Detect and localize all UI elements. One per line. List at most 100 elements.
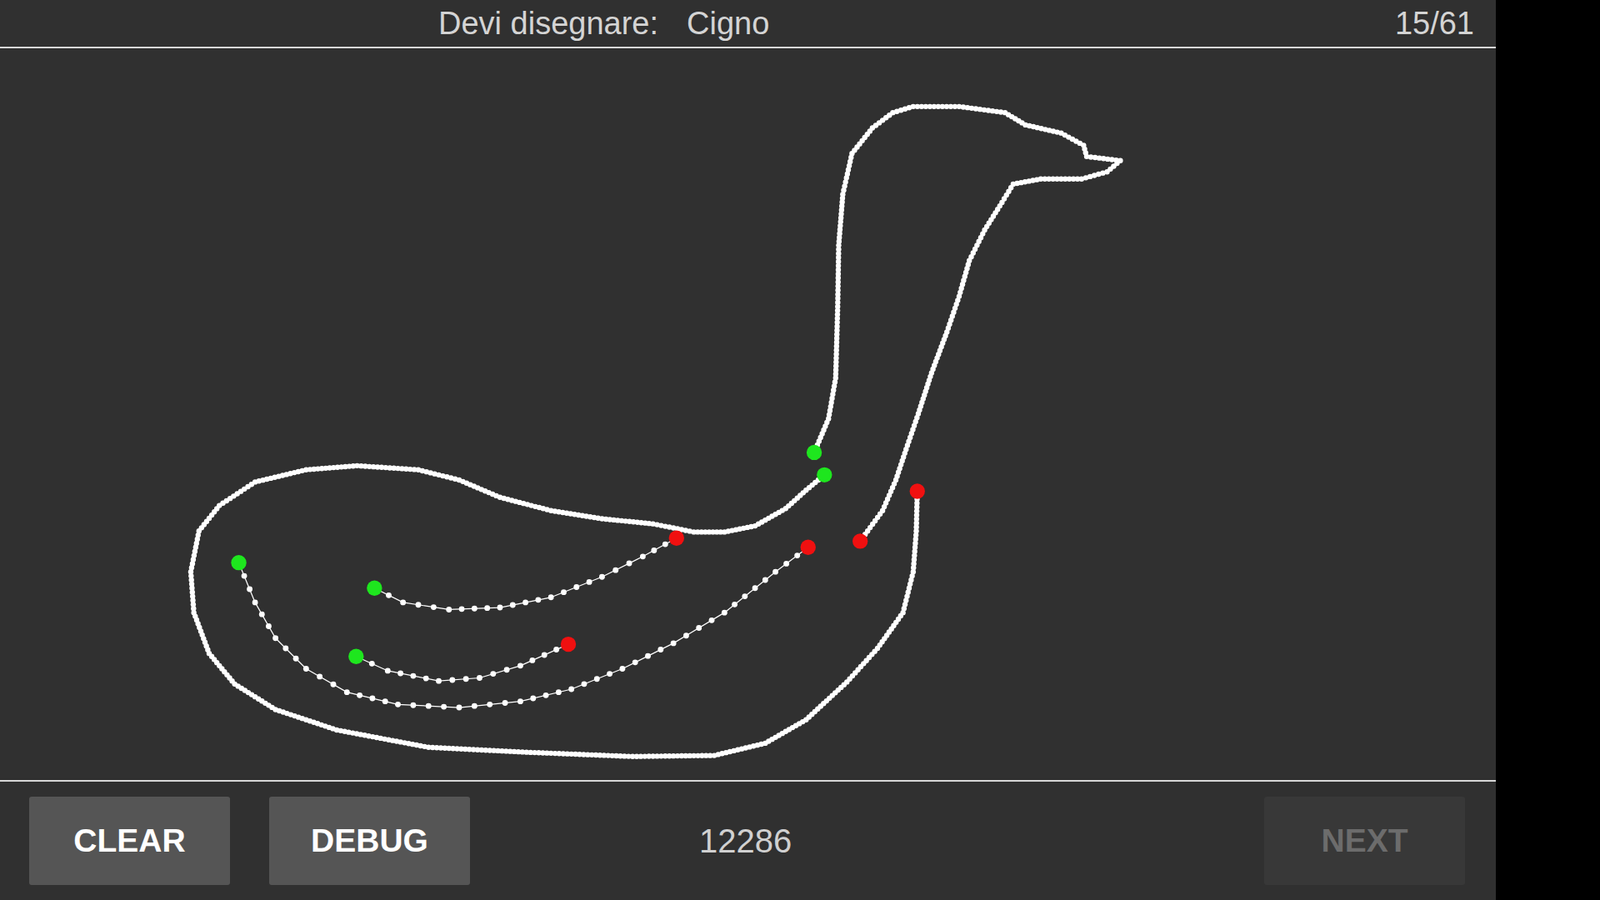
stroke-dot bbox=[731, 601, 738, 608]
stroke-dot bbox=[502, 700, 509, 706]
stroke-dot bbox=[510, 602, 516, 609]
stroke-dot bbox=[435, 678, 442, 685]
stroke-dot bbox=[709, 617, 715, 624]
stroke-dot bbox=[517, 698, 524, 705]
stroke-dot bbox=[606, 670, 613, 677]
stroke-dot bbox=[440, 704, 447, 710]
action-button[interactable]: CLEAR bbox=[29, 796, 230, 885]
stroke-dot bbox=[599, 574, 605, 580]
stroke-dot bbox=[385, 668, 391, 675]
stroke bbox=[348, 636, 576, 685]
stroke-end-marker bbox=[669, 530, 685, 546]
stroke-dot bbox=[762, 577, 769, 584]
action-button[interactable]: DEBUG bbox=[269, 796, 470, 885]
stroke-dot bbox=[683, 632, 690, 639]
stroke-dot bbox=[662, 541, 669, 548]
stroke-dot bbox=[397, 670, 404, 677]
stroke-dot bbox=[272, 635, 279, 641]
stroke-start-marker bbox=[348, 649, 364, 665]
stroke-dot bbox=[543, 692, 550, 699]
stroke-dot bbox=[721, 610, 728, 616]
score-label: 12286 bbox=[699, 822, 792, 860]
stroke-dot bbox=[400, 599, 406, 605]
stroke-dot bbox=[476, 675, 483, 681]
drawing-canvas[interactable] bbox=[0, 48, 1496, 782]
stroke-dot bbox=[265, 623, 272, 630]
stroke-dot bbox=[241, 573, 248, 580]
stroke-dot bbox=[425, 703, 432, 710]
stroke-dot bbox=[632, 659, 639, 665]
stroke-start-marker bbox=[230, 555, 246, 570]
stroke-dot bbox=[560, 589, 567, 595]
stroke bbox=[230, 540, 816, 711]
stroke-dot bbox=[586, 579, 593, 585]
stroke-dot bbox=[246, 586, 253, 593]
stroke-dot bbox=[490, 670, 496, 677]
stroke-dot bbox=[794, 552, 800, 559]
drawing-surface[interactable] bbox=[0, 48, 1496, 780]
stroke-dot bbox=[657, 646, 664, 653]
stroke-dot bbox=[415, 601, 422, 608]
stroke-dot bbox=[356, 692, 363, 699]
stroke-dot bbox=[293, 655, 300, 662]
stroke-dot bbox=[282, 645, 289, 652]
progress-counter: 15/61 bbox=[1395, 5, 1475, 42]
stroke-dot bbox=[650, 547, 657, 554]
stroke-dot bbox=[497, 605, 504, 611]
stroke-dot bbox=[612, 567, 619, 574]
stroke-dot bbox=[445, 606, 452, 613]
stroke-dot bbox=[548, 594, 555, 600]
stroke-start-marker bbox=[816, 467, 832, 483]
stroke-dot bbox=[395, 701, 401, 708]
stroke-dot bbox=[594, 675, 600, 682]
task-prompt: Devi disegnare: bbox=[438, 5, 659, 42]
stroke-dot bbox=[573, 584, 580, 590]
stroke bbox=[188, 463, 925, 760]
stroke-end-marker bbox=[560, 636, 576, 652]
stroke-dot bbox=[535, 596, 541, 603]
stroke-dot bbox=[522, 599, 529, 605]
stroke-dot bbox=[410, 673, 416, 680]
stroke-start-marker bbox=[366, 580, 382, 596]
stroke-dot bbox=[530, 695, 536, 702]
task-title: Devi disegnare: Cigno bbox=[438, 5, 770, 42]
stroke-dot bbox=[517, 662, 524, 669]
stroke-dot bbox=[541, 652, 548, 659]
header-bar: Devi disegnare: Cigno 15/61 bbox=[0, 0, 1496, 49]
stroke-dot bbox=[484, 605, 490, 611]
stroke-dot bbox=[645, 653, 651, 660]
stroke-dot bbox=[369, 695, 375, 702]
task-subject: Cigno bbox=[686, 5, 770, 42]
bottom-bar: CLEAR DEBUG 12286 NEXT bbox=[0, 781, 1496, 900]
stroke-dot bbox=[330, 681, 337, 688]
stroke-dot bbox=[449, 677, 455, 684]
stroke-dot bbox=[581, 680, 588, 687]
stroke-dot bbox=[640, 553, 646, 560]
stroke-dot bbox=[695, 625, 702, 631]
stroke-dot bbox=[344, 689, 350, 695]
drawing-app: Devi disegnare: Cigno 15/61 CLEAR DEBUG 12286… bbox=[0, 0, 1496, 900]
stroke-dot bbox=[741, 593, 748, 600]
stroke-dot bbox=[529, 657, 535, 664]
next-button[interactable]: NEXT bbox=[1264, 796, 1465, 885]
stroke-dot bbox=[316, 673, 323, 680]
stroke-dot bbox=[504, 666, 510, 673]
stroke bbox=[366, 530, 685, 613]
stroke-dot bbox=[259, 611, 265, 618]
stroke-dot bbox=[553, 646, 560, 653]
stroke-line bbox=[355, 644, 569, 681]
stroke-line bbox=[239, 547, 809, 708]
stroke-dot bbox=[752, 585, 759, 591]
stroke-dot bbox=[430, 604, 437, 610]
stroke-dot bbox=[471, 605, 478, 612]
stroke-dot bbox=[670, 640, 677, 646]
stroke-dot bbox=[369, 660, 375, 667]
stroke-dot bbox=[423, 675, 430, 682]
screen: Devi disegnare: Cigno 15/61 CLEAR DEBUG 12286… bbox=[0, 0, 1600, 900]
stroke-dot bbox=[382, 698, 389, 705]
stroke-dot bbox=[772, 569, 779, 575]
stroke-start-marker bbox=[806, 445, 822, 460]
stroke-line bbox=[190, 465, 918, 757]
stroke-dot bbox=[626, 560, 633, 567]
stroke-dot bbox=[471, 703, 478, 710]
